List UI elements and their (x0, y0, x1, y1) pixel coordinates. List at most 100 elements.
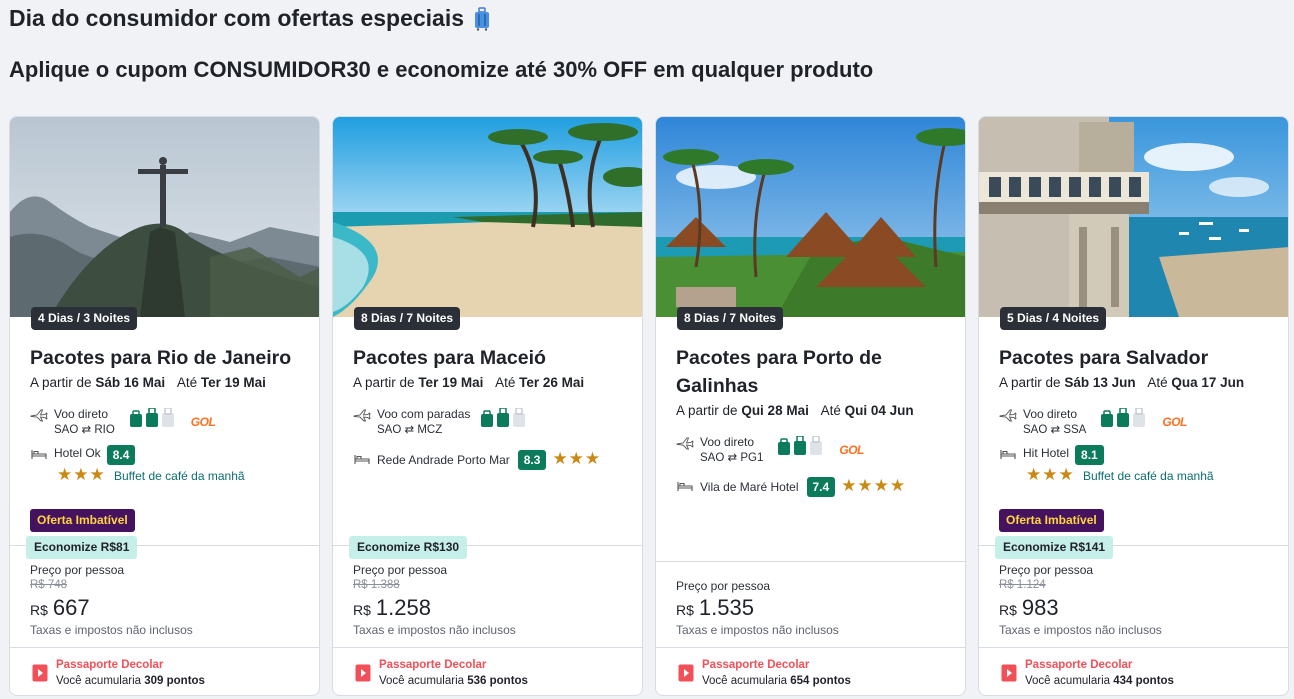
carry-on-bag-icon (794, 436, 807, 455)
flight-type: Voo com paradas (377, 407, 471, 421)
passport-icon (1001, 664, 1017, 682)
price-per-person-label: Preço por pessoa (30, 563, 125, 577)
suitcase-icon (474, 6, 490, 31)
flight-info: Voo direto SAO ⇄ RIO GOL (30, 406, 216, 438)
hotel-score-badge: 8.4 (106, 445, 136, 465)
old-price: R$ 1.124 (999, 579, 1046, 591)
hotel-score-badge: 7.4 (806, 477, 836, 497)
hotel-stars: ★★★★ (841, 476, 907, 495)
dates: A partir de Qui 28 Mai Até Qui 04 Jun (676, 403, 914, 418)
coupon-subline: Aplique o cupom CONSUMIDOR30 e economize… (9, 57, 874, 82)
hotel-info: Hotel Ok 8.4 (30, 445, 136, 465)
package-card-maceio[interactable]: 8 Dias / 7 Noites Pacotes para Maceió A … (332, 116, 643, 696)
deal-badge: Oferta Imbatível (30, 509, 135, 532)
bed-icon (354, 455, 370, 464)
package-card-salvador[interactable]: 5 Dias / 4 Noites Pacotes para Salvador … (978, 116, 1289, 696)
dates: A partir de Sáb 13 Jun Até Qua 17 Jun (999, 375, 1245, 390)
passport-info: Passaporte Decolar Você acumularia 654 po… (678, 657, 851, 689)
price: R$ 667 (30, 595, 90, 621)
airplane-icon (30, 409, 48, 422)
passport-icon (355, 664, 371, 682)
baggage-icons (129, 408, 175, 428)
checked-bag-icon (161, 408, 174, 427)
dates: A partir de Ter 19 Mai Até Ter 26 Mai (353, 375, 585, 390)
package-card-rio[interactable]: 4 Dias / 3 Noites Pacotes para Rio de Ja… (9, 116, 320, 696)
package-title[interactable]: Pacotes para Porto de Galinhas (676, 344, 951, 400)
duration-badge: 8 Dias / 7 Noites (354, 307, 461, 330)
currency: R$ (30, 602, 48, 618)
deal-badge: Oferta Imbatível (999, 509, 1104, 532)
hotel-info: Vila de Maré Hotel 7.4 ★★★★ (676, 477, 906, 497)
checked-bag-icon (1133, 408, 1146, 427)
points: 536 pontos (467, 675, 528, 687)
flight-info: Voo direto SAO ⇄ SSA GOL (999, 406, 1187, 438)
passport-title: Passaporte Decolar (56, 659, 164, 671)
package-card-porto-de-galinhas[interactable]: 8 Dias / 7 Noites Pacotes para Porto de … (655, 116, 966, 696)
start-date: Sáb 13 Jun (1064, 375, 1136, 390)
price-per-person-label: Preço por pessoa (676, 579, 771, 593)
old-price: R$ 1.388 (353, 579, 400, 591)
duration-badge: 5 Dias / 4 Noites (1000, 307, 1107, 330)
end-date: Ter 26 Mai (519, 375, 585, 390)
route-arrow-icon: ⇄ (727, 452, 738, 464)
start-date: Ter 19 Mai (418, 375, 484, 390)
checked-bag-icon (513, 408, 526, 427)
package-title[interactable]: Pacotes para Rio de Janeiro (30, 344, 305, 372)
end-date: Ter 19 Mai (200, 375, 266, 390)
passport-info: Passaporte Decolar Você acumularia 434 po… (1001, 657, 1174, 689)
bed-icon (677, 482, 693, 491)
taxes-note: Taxas e impostos não inclusos (353, 623, 516, 637)
hotel-stars: ★★★ (1026, 465, 1075, 484)
duration-badge: 4 Dias / 3 Noites (31, 307, 138, 330)
price: R$ 983 (999, 595, 1059, 621)
destination: MCZ (417, 424, 443, 436)
airline-logo: GOL (190, 415, 216, 429)
price-value: 1.258 (375, 595, 431, 620)
flight-info: Voo direto SAO ⇄ PG1 GOL (676, 434, 864, 466)
headline-text: Dia do consumidor com ofertas especiais (9, 5, 465, 31)
page-headline: Dia do consumidor com ofertas especiais (9, 5, 490, 32)
divider (656, 647, 965, 648)
points: 434 pontos (1113, 675, 1174, 687)
hotel-info: Rede Andrade Porto Mar 8.3 ★★★ (353, 450, 601, 470)
hotel-name: Hit Hotel (1023, 446, 1070, 460)
origin: SAO (377, 424, 402, 436)
maceio-photo (333, 117, 642, 317)
package-title[interactable]: Pacotes para Salvador (999, 344, 1274, 372)
personal-bag-icon (1101, 410, 1114, 427)
package-cards: 4 Dias / 3 Noites Pacotes para Rio de Ja… (9, 116, 1289, 699)
divider (10, 647, 319, 648)
end-date: Qui 04 Jun (844, 403, 914, 418)
personal-bag-icon (778, 438, 791, 455)
package-title[interactable]: Pacotes para Maceió (353, 344, 628, 372)
porto-de-galinhas-photo (656, 117, 965, 317)
economize-badge: Economize R$81 (26, 536, 138, 559)
hotel-name: Vila de Maré Hotel (700, 480, 799, 494)
baggage-icons (777, 436, 823, 456)
price-value: 1.535 (698, 595, 754, 620)
start-date: Qui 28 Mai (741, 403, 809, 418)
flight-type: Voo direto (1023, 407, 1078, 421)
points: 654 pontos (790, 675, 851, 687)
amenity-text: Buffet de café da manhã (114, 469, 245, 483)
airplane-icon (676, 437, 694, 450)
passport-title: Passaporte Decolar (702, 659, 810, 671)
baggage-icons (1100, 408, 1146, 428)
destination: RIO (94, 424, 115, 436)
airline-logo: GOL (1162, 415, 1187, 429)
destination: SSA (1063, 424, 1087, 436)
currency: R$ (999, 602, 1017, 618)
currency: R$ (676, 602, 694, 618)
amenity-text: Buffet de café da manhã (1083, 469, 1214, 483)
points: 309 pontos (144, 675, 205, 687)
price-per-person-label: Preço por pessoa (353, 563, 448, 577)
rio-photo (10, 117, 319, 317)
taxes-note: Taxas e impostos não inclusos (30, 623, 193, 637)
route-arrow-icon: ⇄ (1050, 424, 1061, 436)
personal-bag-icon (481, 410, 494, 427)
economize-badge: Economize R$141 (995, 536, 1114, 559)
price: R$ 1.535 (676, 595, 754, 621)
hotel-score-badge: 8.1 (1075, 445, 1104, 465)
origin: SAO (54, 424, 79, 436)
route-arrow-icon: ⇄ (404, 424, 415, 436)
